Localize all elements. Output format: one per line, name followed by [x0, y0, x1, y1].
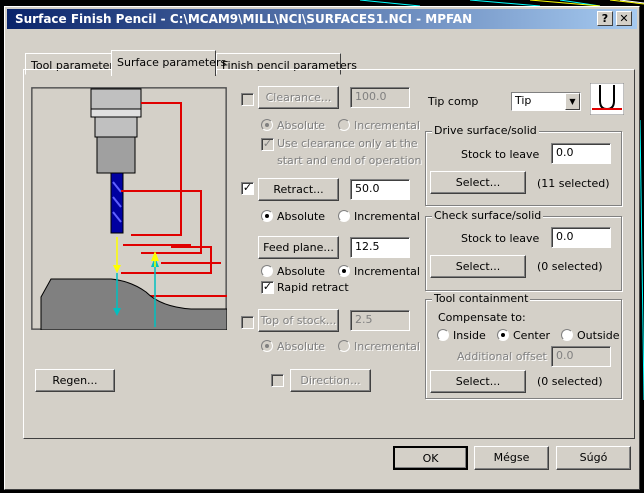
- retract-button[interactable]: Retract...: [258, 178, 339, 201]
- retract-absolute-label: Absolute: [277, 210, 326, 223]
- drive-stock-label: Stock to leave: [461, 148, 540, 161]
- surface-finish-pencil-dialog: Surface Finish Pencil - C:\MCAM9\MILL\NC…: [4, 6, 640, 490]
- clearance-incremental-radio[interactable]: [338, 119, 350, 131]
- check-selected-count: (0 selected): [537, 260, 603, 273]
- feed-plane-input[interactable]: 12.5: [350, 237, 410, 258]
- direction-checkbox[interactable]: [271, 374, 284, 387]
- feed-plane-button[interactable]: Feed plane...: [258, 236, 339, 259]
- help-title-button[interactable]: ?: [597, 11, 613, 26]
- rapid-retract-checkbox[interactable]: ✓: [261, 281, 274, 294]
- clearance-checkbox[interactable]: [241, 93, 254, 106]
- title-bar[interactable]: Surface Finish Pencil - C:\MCAM9\MILL\NC…: [7, 9, 637, 29]
- feed-incremental-radio[interactable]: [338, 265, 350, 277]
- regen-button[interactable]: Regen...: [35, 369, 115, 392]
- check-stock-input[interactable]: 0.0: [551, 227, 611, 248]
- top-of-stock-input[interactable]: 2.5: [350, 310, 410, 331]
- compensate-inside-label: Inside: [453, 329, 486, 342]
- containment-select-button[interactable]: Select...: [430, 370, 526, 393]
- tip-comp-label: Tip comp: [428, 95, 479, 108]
- clearance-absolute-radio[interactable]: [261, 119, 273, 131]
- containment-group-title: Tool containment: [432, 292, 531, 305]
- tip-comp-value: Tip: [515, 94, 532, 107]
- clearance-only-start-end-checkbox[interactable]: ✓: [261, 138, 274, 151]
- additional-offset-input[interactable]: 0.0: [551, 346, 611, 367]
- compensate-to-label: Compensate to:: [438, 311, 526, 324]
- tool-holder: [90, 88, 142, 110]
- retract-input[interactable]: 50.0: [350, 179, 410, 200]
- clearance-only-label-line1: Use clearance only at the: [277, 137, 418, 150]
- drive-selected-count: (11 selected): [537, 177, 610, 190]
- drive-stock-input[interactable]: 0.0: [551, 143, 611, 164]
- tip-comp-icon: [590, 83, 624, 115]
- top-of-stock-checkbox[interactable]: [241, 316, 254, 329]
- top-absolute-label: Absolute: [277, 340, 326, 353]
- clearance-input[interactable]: 100.0: [350, 87, 410, 108]
- rapid-retract-label: Rapid retract: [277, 281, 349, 294]
- drive-group-title: Drive surface/solid: [432, 124, 539, 137]
- retract-incremental-radio[interactable]: [338, 210, 350, 222]
- drive-select-button[interactable]: Select...: [430, 171, 526, 194]
- clearance-incremental-label: Incremental: [354, 119, 420, 132]
- compensate-outside-label: Outside: [577, 329, 620, 342]
- retract-incremental-label: Incremental: [354, 210, 420, 223]
- tab-surface-parameters[interactable]: Surface parameters: [111, 50, 226, 76]
- compensate-inside-radio[interactable]: [437, 329, 449, 341]
- feed-absolute-radio[interactable]: [261, 265, 273, 277]
- check-group-title: Check surface/solid: [432, 209, 544, 222]
- compensate-center-radio[interactable]: [497, 329, 509, 341]
- clearance-only-label-line2: start and end of operation: [277, 154, 422, 167]
- additional-offset-label: Additional offset: [457, 350, 547, 363]
- containment-selected-count: (0 selected): [537, 375, 603, 388]
- direction-button[interactable]: Direction...: [290, 369, 371, 392]
- check-select-button[interactable]: Select...: [430, 255, 526, 278]
- top-incremental-label: Incremental: [354, 340, 420, 353]
- retract-absolute-radio[interactable]: [261, 210, 273, 222]
- feed-incremental-label: Incremental: [354, 265, 420, 278]
- help-button[interactable]: Súgó: [556, 446, 631, 470]
- cancel-button[interactable]: Mégse: [474, 446, 549, 470]
- retract-checkbox[interactable]: ✓: [241, 182, 254, 195]
- check-stock-label: Stock to leave: [461, 232, 540, 245]
- compensate-outside-radio[interactable]: [561, 329, 573, 341]
- tool-heights-illustration: [31, 87, 227, 330]
- window-title: Surface Finish Pencil - C:\MCAM9\MILL\NC…: [15, 12, 473, 26]
- clearance-button[interactable]: Clearance...: [258, 86, 339, 109]
- top-incremental-radio[interactable]: [338, 340, 350, 352]
- compensate-center-label: Center: [513, 329, 551, 342]
- top-of-stock-button[interactable]: Top of stock...: [258, 309, 339, 332]
- feed-absolute-label: Absolute: [277, 265, 326, 278]
- top-absolute-radio[interactable]: [261, 340, 273, 352]
- chevron-down-icon[interactable]: ▼: [565, 93, 580, 110]
- close-title-button[interactable]: ✕: [616, 11, 632, 26]
- ok-button[interactable]: OK: [393, 446, 468, 470]
- clearance-absolute-label: Absolute: [277, 119, 326, 132]
- tip-comp-select[interactable]: Tip ▼: [511, 92, 581, 111]
